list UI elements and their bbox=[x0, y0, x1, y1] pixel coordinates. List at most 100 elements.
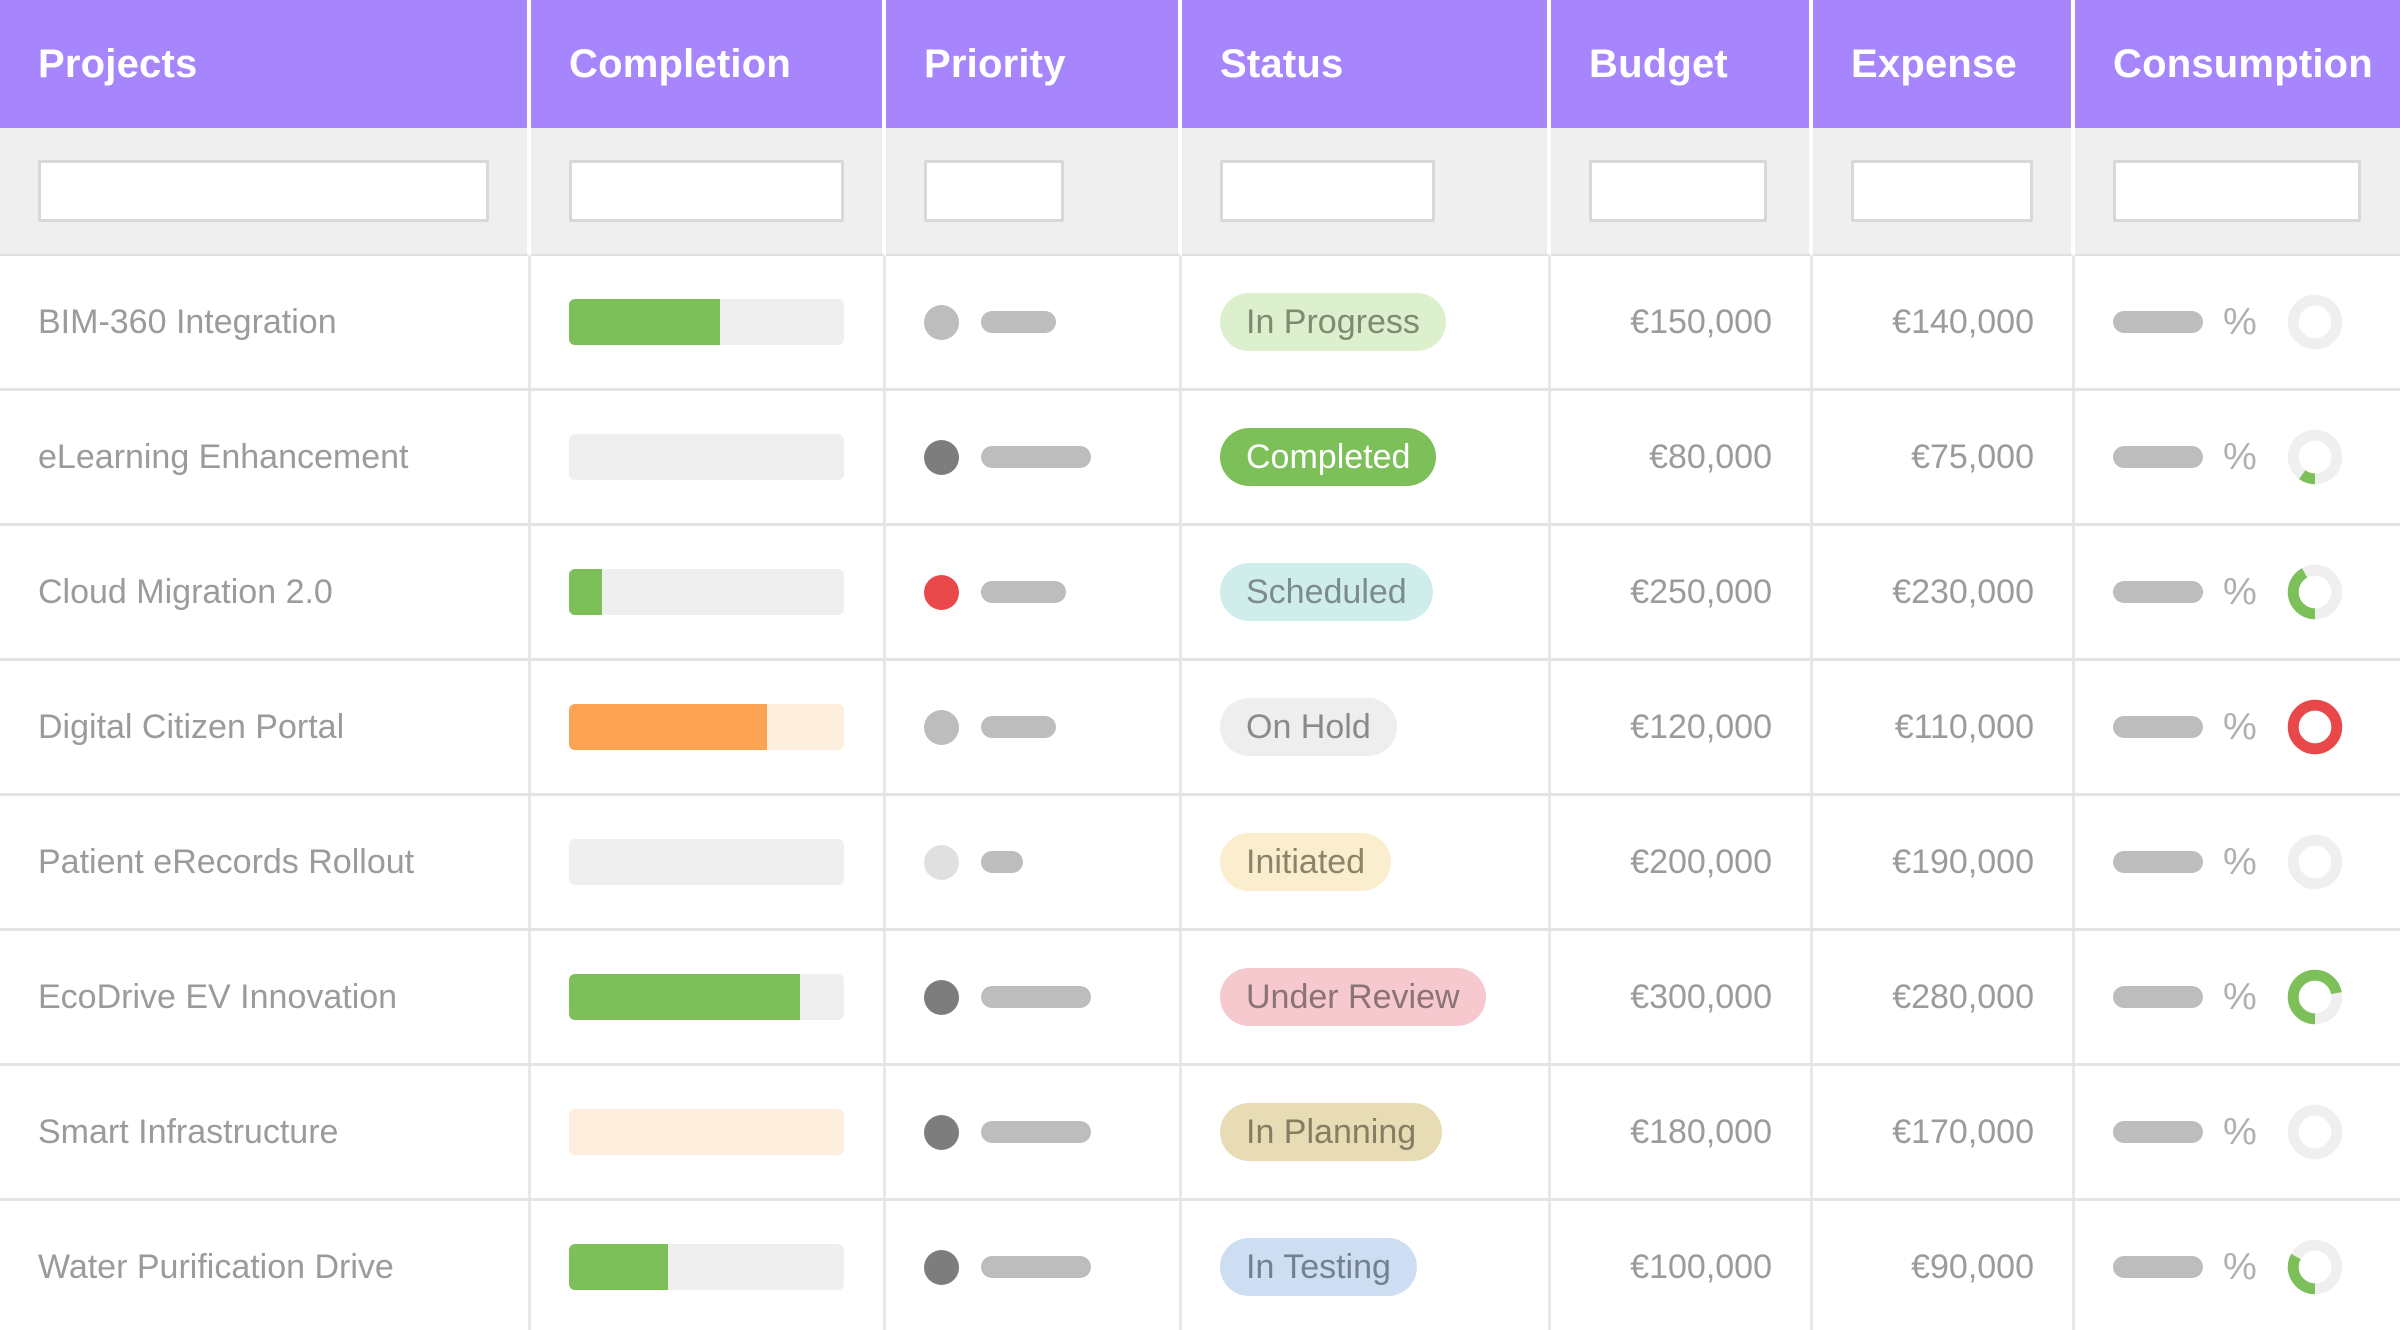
filter-input-consumption[interactable] bbox=[2113, 160, 2361, 222]
priority-label-placeholder bbox=[981, 446, 1091, 468]
percent-sign-label: % bbox=[2223, 975, 2257, 1018]
cell-project-name[interactable]: Cloud Migration 2.0 bbox=[0, 526, 531, 658]
cell-priority[interactable] bbox=[886, 661, 1182, 793]
column-header-consumption[interactable]: Consumption bbox=[2075, 0, 2400, 128]
filter-input-completion[interactable] bbox=[569, 160, 844, 222]
budget-value: €150,000 bbox=[1630, 302, 1772, 341]
cell-priority[interactable] bbox=[886, 391, 1182, 523]
cell-budget[interactable]: €120,000 bbox=[1551, 661, 1813, 793]
cell-completion[interactable] bbox=[531, 256, 886, 388]
cell-consumption[interactable]: % bbox=[2075, 256, 2400, 388]
cell-priority[interactable] bbox=[886, 1066, 1182, 1198]
cell-budget[interactable]: €150,000 bbox=[1551, 256, 1813, 388]
percent-sign-label: % bbox=[2223, 1245, 2257, 1288]
cell-status[interactable]: Scheduled bbox=[1182, 526, 1551, 658]
filter-input-status[interactable] bbox=[1220, 160, 1435, 222]
column-header-completion[interactable]: Completion bbox=[531, 0, 886, 128]
column-header-expense[interactable]: Expense bbox=[1813, 0, 2075, 128]
cell-status[interactable]: In Testing bbox=[1182, 1201, 1551, 1330]
consumption-donut-icon bbox=[2287, 699, 2343, 755]
cell-expense[interactable]: €190,000 bbox=[1813, 796, 2075, 928]
cell-expense[interactable]: €280,000 bbox=[1813, 931, 2075, 1063]
cell-status[interactable]: Initiated bbox=[1182, 796, 1551, 928]
cell-expense[interactable]: €110,000 bbox=[1813, 661, 2075, 793]
cell-consumption[interactable]: % bbox=[2075, 931, 2400, 1063]
cell-status[interactable]: Under Review bbox=[1182, 931, 1551, 1063]
expense-value: €90,000 bbox=[1911, 1247, 2034, 1286]
column-header-budget[interactable]: Budget bbox=[1551, 0, 1813, 128]
status-badge: Completed bbox=[1220, 428, 1437, 486]
cell-completion[interactable] bbox=[531, 661, 886, 793]
cell-completion[interactable] bbox=[531, 1201, 886, 1330]
priority-label-placeholder bbox=[981, 1256, 1091, 1278]
cell-project-name[interactable]: Patient eRecords Rollout bbox=[0, 796, 531, 928]
cell-expense[interactable]: €75,000 bbox=[1813, 391, 2075, 523]
cell-budget[interactable]: €250,000 bbox=[1551, 526, 1813, 658]
cell-budget[interactable]: €200,000 bbox=[1551, 796, 1813, 928]
cell-consumption[interactable]: % bbox=[2075, 796, 2400, 928]
table-row: Smart Infrastructure In Planning €180,000 €… bbox=[0, 1066, 2400, 1201]
column-header-projects[interactable]: Projects bbox=[0, 0, 531, 128]
cell-priority[interactable] bbox=[886, 1201, 1182, 1330]
cell-expense[interactable]: €140,000 bbox=[1813, 256, 2075, 388]
consumption-donut-icon bbox=[2287, 969, 2343, 1025]
cell-project-name[interactable]: BIM-360 Integration bbox=[0, 256, 531, 388]
consumption-value-placeholder bbox=[2113, 446, 2203, 468]
cell-expense[interactable]: €90,000 bbox=[1813, 1201, 2075, 1330]
cell-expense[interactable]: €230,000 bbox=[1813, 526, 2075, 658]
priority-label-placeholder bbox=[981, 311, 1056, 333]
cell-budget[interactable]: €180,000 bbox=[1551, 1066, 1813, 1198]
projects-table: Projects Completion Priority Status Budget Ex… bbox=[0, 0, 2400, 1330]
cell-consumption[interactable]: % bbox=[2075, 391, 2400, 523]
cell-status[interactable]: On Hold bbox=[1182, 661, 1551, 793]
cell-priority[interactable] bbox=[886, 931, 1182, 1063]
column-header-label: Status bbox=[1220, 41, 1344, 86]
column-header-label: Consumption bbox=[2113, 41, 2373, 86]
cell-status[interactable]: Completed bbox=[1182, 391, 1551, 523]
filter-input-expense[interactable] bbox=[1851, 160, 2033, 222]
column-header-status[interactable]: Status bbox=[1182, 0, 1551, 128]
cell-expense[interactable]: €170,000 bbox=[1813, 1066, 2075, 1198]
consumption-donut-icon bbox=[2287, 429, 2343, 485]
budget-value: €180,000 bbox=[1630, 1112, 1772, 1151]
status-badge: Initiated bbox=[1220, 833, 1392, 891]
consumption-indicator: % bbox=[2113, 834, 2362, 890]
cell-consumption[interactable]: % bbox=[2075, 1201, 2400, 1330]
cell-priority[interactable] bbox=[886, 526, 1182, 658]
filter-cell-priority bbox=[886, 128, 1182, 256]
consumption-value-placeholder bbox=[2113, 986, 2203, 1008]
cell-completion[interactable] bbox=[531, 1066, 886, 1198]
filter-input-projects[interactable] bbox=[38, 160, 489, 222]
cell-completion[interactable] bbox=[531, 526, 886, 658]
cell-status[interactable]: In Progress bbox=[1182, 256, 1551, 388]
cell-consumption[interactable]: % bbox=[2075, 1066, 2400, 1198]
cell-project-name[interactable]: eLearning Enhancement bbox=[0, 391, 531, 523]
filter-input-budget[interactable] bbox=[1589, 160, 1767, 222]
cell-priority[interactable] bbox=[886, 796, 1182, 928]
consumption-value-placeholder bbox=[2113, 716, 2203, 738]
consumption-indicator: % bbox=[2113, 699, 2362, 755]
cell-completion[interactable] bbox=[531, 391, 886, 523]
filter-input-priority[interactable] bbox=[924, 160, 1064, 222]
cell-budget[interactable]: €300,000 bbox=[1551, 931, 1813, 1063]
cell-completion[interactable] bbox=[531, 796, 886, 928]
consumption-donut-icon bbox=[2287, 294, 2343, 350]
cell-budget[interactable]: €80,000 bbox=[1551, 391, 1813, 523]
column-header-label: Projects bbox=[38, 41, 198, 86]
cell-consumption[interactable]: % bbox=[2075, 526, 2400, 658]
cell-project-name[interactable]: Smart Infrastructure bbox=[0, 1066, 531, 1198]
cell-project-name[interactable]: Water Purification Drive bbox=[0, 1201, 531, 1330]
cell-consumption[interactable]: % bbox=[2075, 661, 2400, 793]
priority-indicator bbox=[924, 574, 1066, 610]
cell-completion[interactable] bbox=[531, 931, 886, 1063]
column-header-priority[interactable]: Priority bbox=[886, 0, 1182, 128]
expense-value: €140,000 bbox=[1892, 302, 2034, 341]
cell-budget[interactable]: €100,000 bbox=[1551, 1201, 1813, 1330]
cell-status[interactable]: In Planning bbox=[1182, 1066, 1551, 1198]
cell-project-name[interactable]: Digital Citizen Portal bbox=[0, 661, 531, 793]
cell-project-name[interactable]: EcoDrive EV Innovation bbox=[0, 931, 531, 1063]
cell-priority[interactable] bbox=[886, 256, 1182, 388]
budget-value: €300,000 bbox=[1630, 977, 1772, 1016]
expense-value: €230,000 bbox=[1892, 572, 2034, 611]
consumption-value-placeholder bbox=[2113, 581, 2203, 603]
